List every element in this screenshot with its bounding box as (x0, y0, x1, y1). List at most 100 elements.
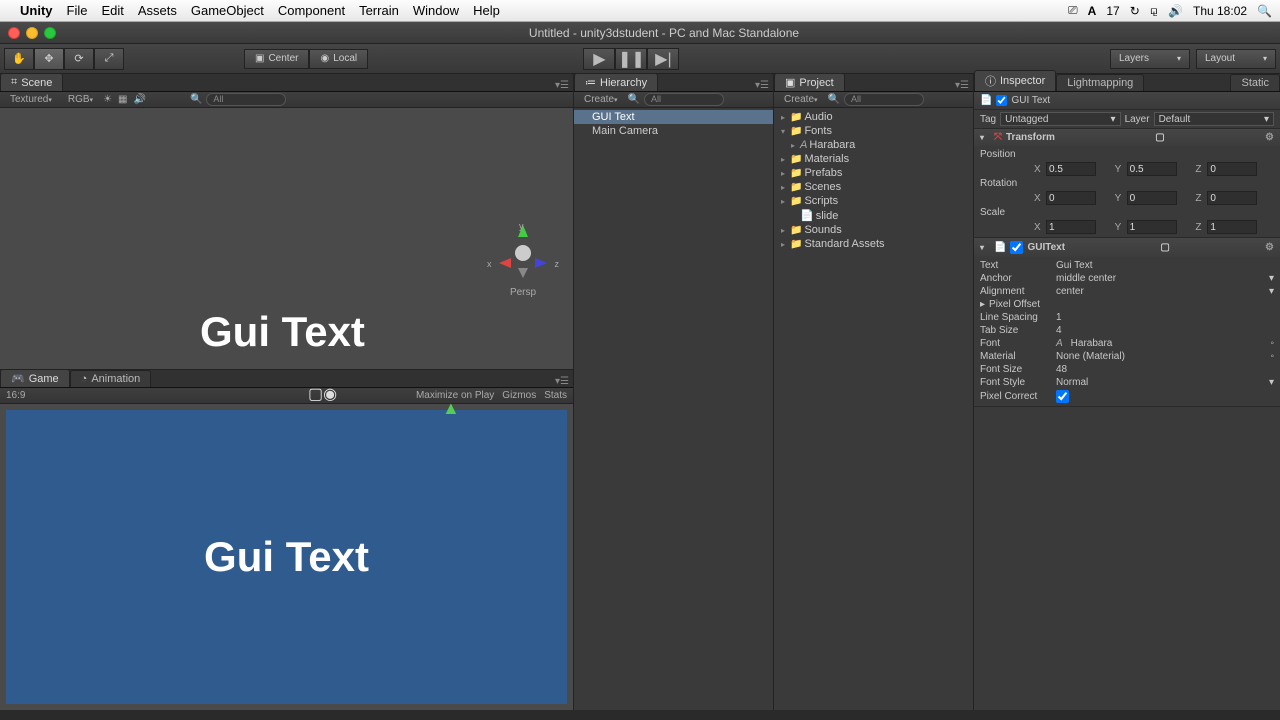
pixel-offset-label[interactable]: Pixel Offset (989, 299, 1061, 310)
scale-tool[interactable]: ⤢ (94, 48, 124, 70)
tab-inspector[interactable]: ⓘInspector (974, 70, 1056, 91)
volume-icon[interactable]: 🔊 (1168, 4, 1183, 18)
pivot-center[interactable]: ▣Center (244, 49, 309, 69)
tab-hierarchy[interactable]: ≔Hierarchy (574, 73, 658, 91)
screen-share-icon[interactable]: ⎚ (1068, 3, 1078, 18)
scale-y[interactable] (1127, 220, 1177, 234)
game-panel-options[interactable]: ▾☰ (555, 376, 569, 387)
timemachine-icon[interactable]: ↻ (1130, 4, 1140, 18)
gizmos-toggle[interactable]: Gizmos (502, 390, 536, 401)
clock[interactable]: Thu 18:02 (1193, 4, 1247, 18)
transform-header[interactable]: ▾ ⤧ Transform ▢ ⚙ (974, 129, 1280, 146)
menu-gameobject[interactable]: GameObject (191, 3, 264, 18)
rotate-tool[interactable]: ⟳ (64, 48, 94, 70)
project-panel-options[interactable]: ▾☰ (955, 80, 969, 91)
pixel-correct-checkbox[interactable] (1056, 390, 1069, 403)
bluetooth-icon[interactable]: ⚼ (1150, 3, 1158, 18)
hierarchy-search[interactable]: All (644, 93, 724, 106)
scene-search[interactable]: All (206, 93, 286, 106)
hierarchy-item-guitext[interactable]: GUI Text (574, 110, 773, 124)
folder-scenes[interactable]: ▸📁Scenes (774, 180, 973, 194)
fx-toggle-icon[interactable]: ▦ (118, 94, 127, 105)
app-name[interactable]: Unity (20, 3, 53, 18)
alignment-value[interactable]: center (1056, 286, 1265, 297)
font-size-value[interactable]: 48 (1056, 364, 1274, 375)
menu-edit[interactable]: Edit (101, 3, 123, 18)
text-value[interactable]: Gui Text (1056, 260, 1274, 271)
maximize-button[interactable] (44, 27, 56, 39)
audio-toggle-icon[interactable]: 🔊 (133, 94, 145, 105)
help-icon[interactable]: ▢ (1155, 132, 1164, 143)
menu-terrain[interactable]: Terrain (359, 3, 399, 18)
tab-size-value[interactable]: 4 (1056, 325, 1274, 336)
font-style-value[interactable]: Normal (1056, 377, 1265, 388)
scale-z[interactable] (1207, 220, 1257, 234)
hierarchy-panel-options[interactable]: ▾☰ (755, 80, 769, 91)
move-gizmo-icon[interactable]: ▲ (442, 398, 460, 419)
font-harabara[interactable]: ▸AHarabara (774, 138, 973, 152)
project-create[interactable]: Create (778, 93, 824, 107)
pos-x[interactable] (1046, 162, 1096, 176)
play-button[interactable]: ▶ (583, 48, 615, 70)
scene-view[interactable]: Gui Text ▢◉ ▲ y x z Persp (0, 108, 573, 369)
gear-icon[interactable]: ⚙ (1265, 132, 1274, 143)
close-button[interactable] (8, 27, 20, 39)
guitext-enabled-checkbox[interactable] (1010, 241, 1023, 254)
folder-scripts[interactable]: ▸📁Scripts (774, 194, 973, 208)
menu-assets[interactable]: Assets (138, 3, 177, 18)
project-search[interactable]: All (844, 93, 924, 106)
step-button[interactable]: ▶| (647, 48, 679, 70)
tag-select[interactable]: Untagged▾ (1000, 112, 1120, 126)
folder-prefabs[interactable]: ▸📁Prefabs (774, 166, 973, 180)
line-spacing-value[interactable]: 1 (1056, 312, 1274, 323)
rgb-dropdown[interactable]: RGB (62, 93, 99, 107)
light-toggle-icon[interactable]: ☀ (103, 94, 112, 105)
hierarchy-create[interactable]: Create (578, 93, 624, 107)
layers-dropdown[interactable]: Layers (1110, 49, 1190, 69)
aspect-dropdown[interactable]: 16:9 (6, 390, 25, 401)
gear-icon[interactable]: ⚙ (1265, 242, 1274, 253)
static-toggle[interactable]: Static (1230, 74, 1280, 91)
pause-button[interactable]: ❚❚ (615, 48, 647, 70)
spotlight-icon[interactable]: 🔍 (1257, 4, 1272, 18)
shading-dropdown[interactable]: Textured (4, 93, 58, 107)
minimize-button[interactable] (26, 27, 38, 39)
view-gizmo[interactable]: y x z Persp (483, 223, 563, 298)
move-tool[interactable]: ✥ (34, 48, 64, 70)
object-enabled-checkbox[interactable] (996, 95, 1007, 106)
pos-y[interactable] (1127, 162, 1177, 176)
menu-help[interactable]: Help (473, 3, 500, 18)
hand-tool[interactable]: ✋ (4, 48, 34, 70)
help-icon[interactable]: ▢ (1160, 242, 1169, 253)
rot-x[interactable] (1046, 191, 1096, 205)
hierarchy-item-camera[interactable]: Main Camera (574, 124, 773, 138)
camera-gizmo-icon[interactable]: ▢◉ (308, 384, 337, 404)
menu-window[interactable]: Window (413, 3, 459, 18)
menu-file[interactable]: File (67, 3, 88, 18)
folder-standard-assets[interactable]: ▸📁Standard Assets (774, 237, 973, 251)
guitext-header[interactable]: ▾ 📄 GUIText ▢ ⚙ (974, 238, 1280, 257)
stats-toggle[interactable]: Stats (544, 390, 567, 401)
object-name[interactable]: GUI Text (1011, 95, 1050, 106)
anchor-value[interactable]: middle center (1056, 273, 1265, 284)
adobe-icon[interactable]: A (1088, 4, 1097, 18)
folder-audio[interactable]: ▸📁Audio (774, 110, 973, 124)
pivot-local[interactable]: ◉Local (309, 49, 368, 69)
asset-slide[interactable]: 📄slide (774, 208, 973, 223)
tab-lightmapping[interactable]: Lightmapping (1056, 74, 1144, 91)
tab-animation[interactable]: ◔Animation (70, 370, 152, 387)
pos-z[interactable] (1207, 162, 1257, 176)
layout-dropdown[interactable]: Layout (1196, 49, 1276, 69)
menu-component[interactable]: Component (278, 3, 345, 18)
scale-x[interactable] (1046, 220, 1096, 234)
tab-game[interactable]: 🎮Game (0, 369, 70, 387)
scene-panel-options[interactable]: ▾☰ (555, 80, 569, 91)
material-value[interactable]: None (Material) (1056, 351, 1266, 362)
font-value[interactable]: Harabara (1071, 338, 1267, 349)
rot-y[interactable] (1127, 191, 1177, 205)
folder-fonts[interactable]: ▾📁Fonts (774, 124, 973, 138)
rot-z[interactable] (1207, 191, 1257, 205)
tab-scene[interactable]: ⌗Scene (0, 73, 63, 91)
tab-project[interactable]: ▣Project (774, 73, 845, 91)
folder-sounds[interactable]: ▸📁Sounds (774, 223, 973, 237)
